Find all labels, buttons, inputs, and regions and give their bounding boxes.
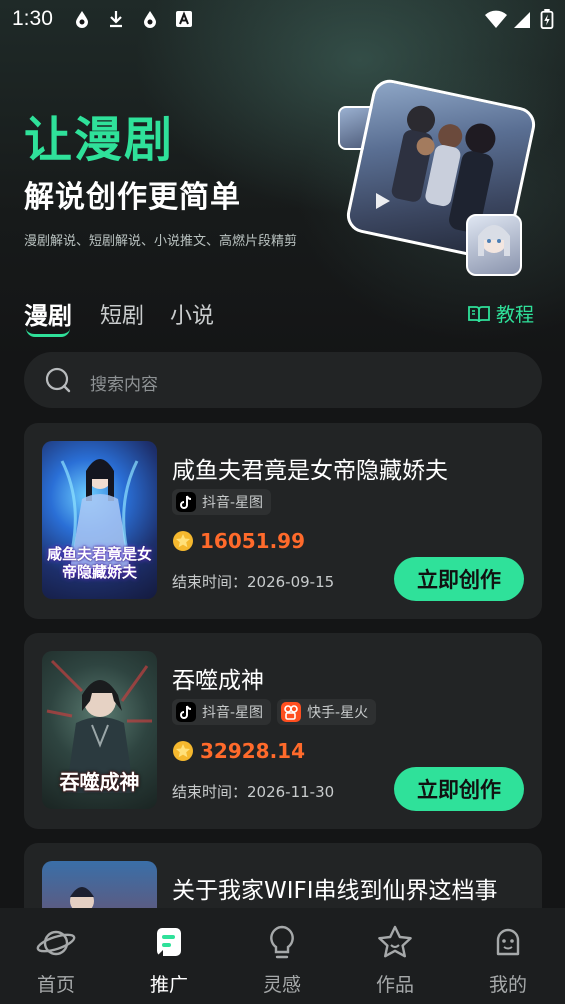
search-bar[interactable]: 搜索内容 [24, 352, 542, 408]
nav-label: 首页 [36, 974, 75, 996]
price-value: 16051.99 [200, 529, 306, 553]
nav-label: 推广 [149, 974, 188, 996]
book-icon [468, 305, 490, 322]
app-a-icon [176, 11, 192, 27]
hero-thumbnail-character [466, 214, 522, 276]
profile-icon [496, 928, 520, 956]
platform-tag-douyin: 抖音-星图 [172, 699, 272, 725]
tutorial-button[interactable]: 教程 [468, 300, 534, 327]
play-icon [376, 193, 390, 209]
notification-drop-icon-2 [144, 11, 156, 28]
platform-label: 抖音-星图 [202, 705, 264, 721]
platform-label: 快手-星火 [307, 705, 369, 721]
battery-icon [540, 9, 554, 29]
download-icon [110, 11, 122, 28]
douyin-icon [176, 702, 196, 722]
promote-icon [157, 928, 181, 956]
platform-tag-kuaishou: 快手-星火 [277, 699, 377, 725]
lightbulb-icon [270, 925, 294, 959]
nav-inspiration[interactable]: 灵感 [242, 908, 322, 1004]
create-now-button[interactable]: 立即创作 [394, 767, 524, 811]
cover-title-text: 吞噬成神 [59, 770, 140, 794]
nav-works[interactable]: 作品 [355, 908, 435, 1004]
tutorial-label: 教程 [495, 304, 534, 326]
nav-profile[interactable]: 我的 [468, 908, 548, 1004]
tab-novel[interactable]: 小说 [170, 298, 214, 330]
notification-drop-icon [76, 11, 88, 28]
wifi-icon [485, 10, 507, 28]
card-title: 吞噬成神 [172, 668, 264, 694]
nav-home[interactable]: 首页 [16, 908, 96, 1004]
create-now-button[interactable]: 立即创作 [394, 557, 524, 601]
category-tabs: 漫剧 短剧 小说 教程 [24, 296, 544, 340]
cover-title-text: 咸鱼夫君竟是女帝隐藏娇夫 [46, 545, 152, 581]
cover-image: 咸鱼夫君竟是女帝隐藏娇夫 [42, 441, 157, 599]
nav-label: 灵感 [262, 974, 301, 996]
platform-label: 抖音-星图 [202, 495, 264, 511]
nav-promote[interactable]: 推广 [129, 908, 209, 1004]
star-coin-icon [173, 741, 193, 761]
planet-icon [36, 930, 76, 956]
douyin-icon [176, 492, 196, 512]
reward-amount: 32928.14 [172, 739, 305, 763]
bottom-navigation: 首页 推广 灵感 作品 我的 [0, 908, 565, 1004]
price-value: 32928.14 [200, 739, 306, 763]
search-placeholder: 搜索内容 [90, 375, 158, 395]
status-time: 1:30 [12, 7, 53, 30]
nav-label: 我的 [488, 974, 527, 996]
status-bar: 1:30 [0, 0, 565, 40]
active-tab-indicator [26, 328, 70, 337]
card-title: 咸鱼夫君竟是女帝隐藏娇夫 [172, 458, 448, 484]
platform-tags: 抖音-星图 [172, 489, 272, 515]
cover-image: 吞噬成神 [42, 651, 157, 809]
platform-tags: 抖音-星图 快手-星火 [172, 699, 377, 725]
star-badge-icon [378, 925, 412, 958]
card-title: 关于我家WIFI串线到仙界这档事 [172, 878, 498, 904]
nav-label: 作品 [375, 974, 414, 996]
search-icon [45, 367, 71, 393]
tab-manhua[interactable]: 漫剧 [24, 296, 72, 331]
hero-subtitle: 解说创作更简单 [24, 180, 241, 215]
end-time: 结束时间：2026-11-30 [172, 783, 335, 801]
task-card[interactable]: 吞噬成神 吞噬成神 抖音-星图 快手-星火 32928.14 结束时间：2026… [24, 633, 542, 829]
signal-icon [514, 12, 530, 28]
hero-description: 漫剧解说、短剧解说、小说推文、高燃片段精剪 [24, 234, 298, 249]
platform-tag-douyin: 抖音-星图 [172, 489, 272, 515]
kuaishou-icon [281, 702, 302, 722]
task-card[interactable]: 咸鱼夫君竟是女帝隐藏娇夫 咸鱼夫君竟是女帝隐藏娇夫 抖音-星图 16051.99… [24, 423, 542, 619]
reward-amount: 16051.99 [172, 529, 305, 553]
tab-short-drama[interactable]: 短剧 [100, 298, 144, 330]
star-coin-icon [173, 531, 193, 551]
hero-title: 让漫剧 [24, 112, 175, 168]
end-time: 结束时间：2026-09-15 [172, 573, 335, 591]
